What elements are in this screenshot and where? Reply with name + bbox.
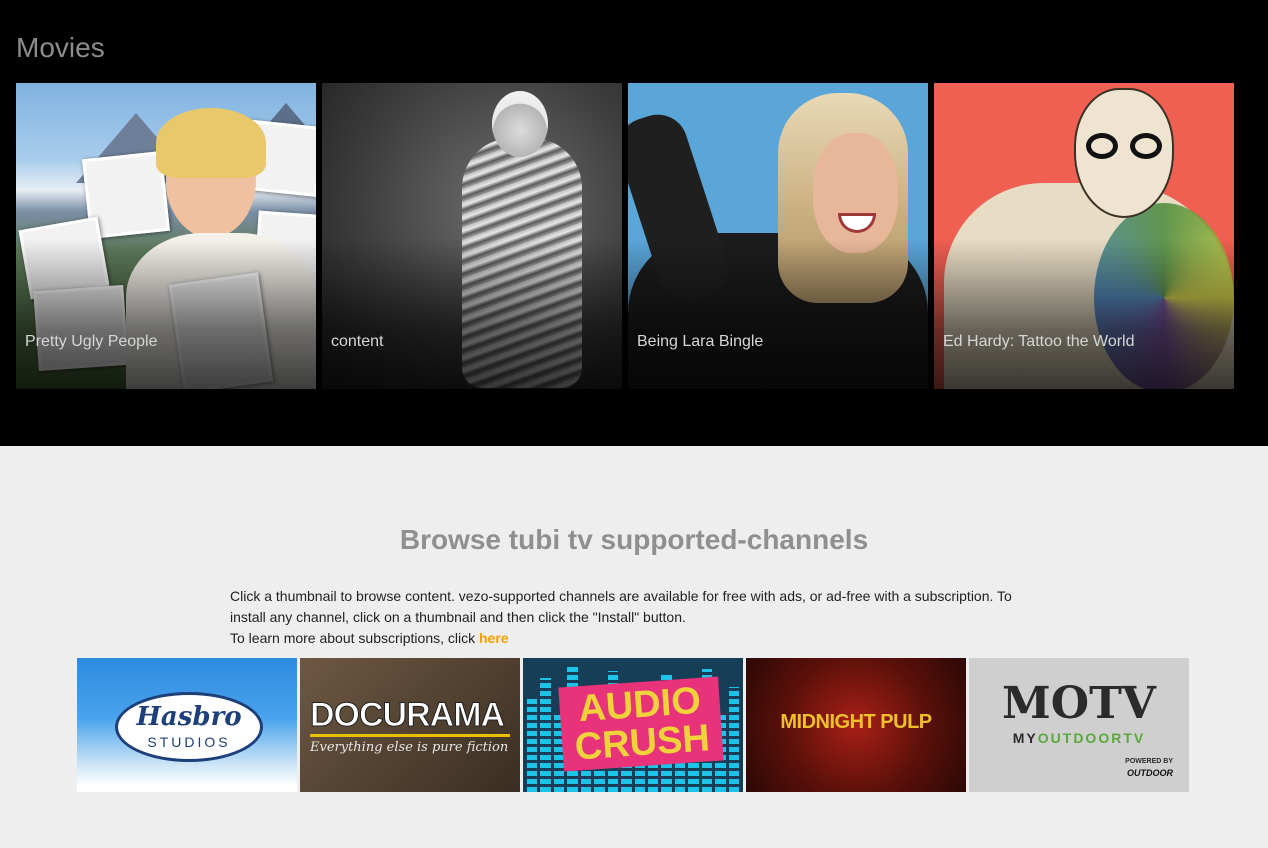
channels-description-text: Click a thumbnail to browse content. vez… bbox=[230, 588, 1012, 625]
subscriptions-text: To learn more about subscriptions, click bbox=[230, 630, 479, 646]
channel-logo-text: MIDNIGHT PULP bbox=[780, 711, 932, 733]
channel-tagline: Everything else is pure fiction bbox=[310, 740, 509, 755]
channel-logo-text: DOCURAMA bbox=[309, 696, 505, 735]
channel-logo-text: MOTV bbox=[1002, 678, 1156, 729]
outdoor-channel-logo: OUTDOOR bbox=[1127, 768, 1173, 778]
subscriptions-here-link[interactable]: here bbox=[479, 630, 509, 646]
movie-tile-ed-hardy[interactable]: Ed Hardy: Tattoo the World bbox=[934, 83, 1234, 389]
movie-tile-being-lara-bingle[interactable]: Being Lara Bingle bbox=[628, 83, 928, 389]
movie-title: content bbox=[331, 333, 384, 350]
movie-title: Pretty Ugly People bbox=[25, 333, 158, 350]
channels-description: Click a thumbnail to browse content. vez… bbox=[230, 586, 1030, 649]
movie-title: Being Lara Bingle bbox=[637, 333, 764, 350]
movie-tile-content[interactable]: content bbox=[322, 83, 622, 389]
channel-tile-midnight-pulp[interactable]: MIDNIGHT PULP bbox=[746, 658, 966, 792]
channel-logo-subtext: STUDIOS bbox=[147, 734, 231, 750]
movie-row: Pretty Ugly People content Being Lara Bi… bbox=[16, 83, 1234, 389]
channel-logo-text: Hasbro bbox=[136, 702, 242, 732]
movie-title: Ed Hardy: Tattoo the World bbox=[943, 333, 1135, 350]
channel-logo-subtext: MYOUTDOORTV bbox=[1012, 730, 1146, 746]
powered-by-text: POWERED BY bbox=[1125, 758, 1173, 765]
channel-tile-docurama[interactable]: DOCURAMA Everything else is pure fiction bbox=[300, 658, 520, 792]
channel-row: Hasbro STUDIOS DOCURAMA Everything else … bbox=[77, 658, 1189, 792]
channels-title: Browse tubi tv supported-channels bbox=[399, 524, 869, 555]
channel-logo-text: AUDIO CRUSH bbox=[558, 676, 724, 772]
channel-tile-hasbro-studios[interactable]: Hasbro STUDIOS bbox=[77, 658, 297, 792]
movies-heading: Movies bbox=[16, 32, 105, 63]
movie-tile-pretty-ugly-people[interactable]: Pretty Ugly People bbox=[16, 83, 316, 389]
channel-tile-audio-crush[interactable]: AUDIO CRUSH bbox=[523, 658, 743, 792]
movies-section: Movies Pretty Ugly People content Being … bbox=[0, 0, 1268, 446]
channel-tile-motv[interactable]: MOTV MYOUTDOORTV POWERED BY OUTDOOR bbox=[969, 658, 1189, 792]
